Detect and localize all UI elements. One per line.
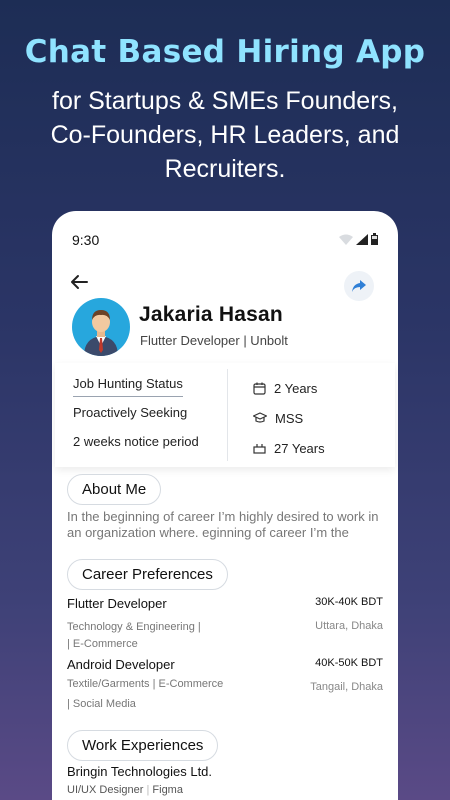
career-preferences-heading: Career Preferences: [67, 559, 228, 590]
work-company: Bringin Technologies Ltd.: [67, 764, 213, 779]
profile-role: Flutter Developer | Unbolt: [140, 333, 288, 348]
job-status-value: Proactively Seeking: [73, 405, 188, 420]
job-status-label: Job Hunting Status: [73, 373, 183, 397]
profile-name: Jakaria Hasan: [139, 303, 283, 326]
career-item-location: Tangail, Dhaka: [310, 681, 383, 693]
subheadline: for Startups & SMEs Founders, Co-Founder…: [20, 84, 430, 186]
career-item[interactable]: Flutter Developer 30K-40K BDT Technology…: [67, 596, 383, 654]
experience-value: 2 Years: [274, 380, 318, 396]
phone-screen: 9:30 Jakaria Hasan Flutter Developer | U…: [52, 211, 398, 800]
avatar: [72, 298, 130, 356]
career-item-tags-2: | Social Media: [67, 698, 136, 710]
degree-value: MSS: [275, 410, 304, 426]
work-tool: Figma: [152, 784, 183, 796]
notice-period: 2 weeks notice period: [73, 434, 199, 449]
system-icons: [339, 233, 378, 245]
career-item-salary: 30K-40K BDT: [315, 596, 383, 608]
about-me-text: In the beginning of career I’m highly de…: [67, 509, 379, 540]
back-button[interactable]: [68, 271, 92, 295]
about-me-heading: About Me: [67, 474, 162, 505]
battery-icon: [371, 233, 378, 245]
signal-icon: [356, 234, 368, 245]
subheadline-line-2: Co-Founders, HR Leaders, and: [50, 121, 400, 149]
cake-icon: [253, 444, 266, 454]
share-arrow-icon: [352, 280, 366, 292]
graduation-cap-icon: [253, 412, 267, 423]
headline: Chat Based Hiring App: [24, 34, 426, 70]
subheadline-line-3: Recruiters.: [164, 155, 286, 183]
work-experiences-heading: Work Experiences: [67, 730, 219, 761]
wifi-icon: [339, 234, 353, 245]
work-position: UI/UX Designer: [67, 784, 144, 796]
status-bar: 9:30: [52, 211, 398, 267]
info-card: Job Hunting Status Proactively Seeking 2…: [55, 363, 395, 467]
info-divider: [227, 369, 228, 461]
degree-row: MSS: [253, 403, 325, 433]
career-item[interactable]: Android Developer 40K-50K BDT Textile/Ga…: [67, 657, 383, 715]
work-detail: UI/UX Designer | Figma: [67, 784, 183, 796]
career-item-tags-2: | E-Commerce: [67, 638, 138, 650]
age-value: 27 Years: [274, 440, 325, 456]
person-illustration-icon: [84, 310, 118, 356]
career-item-location: Uttara, Dhaka: [315, 620, 383, 632]
arrow-left-icon: [71, 275, 88, 289]
age-row: 27 Years: [253, 433, 325, 463]
career-item-salary: 40K-50K BDT: [315, 657, 383, 669]
calendar-icon: [253, 382, 266, 395]
share-button[interactable]: [344, 271, 374, 301]
status-time: 9:30: [72, 232, 100, 248]
experience-row: 2 Years: [253, 373, 325, 403]
subheadline-line-1: for Startups & SMEs Founders,: [52, 87, 398, 115]
